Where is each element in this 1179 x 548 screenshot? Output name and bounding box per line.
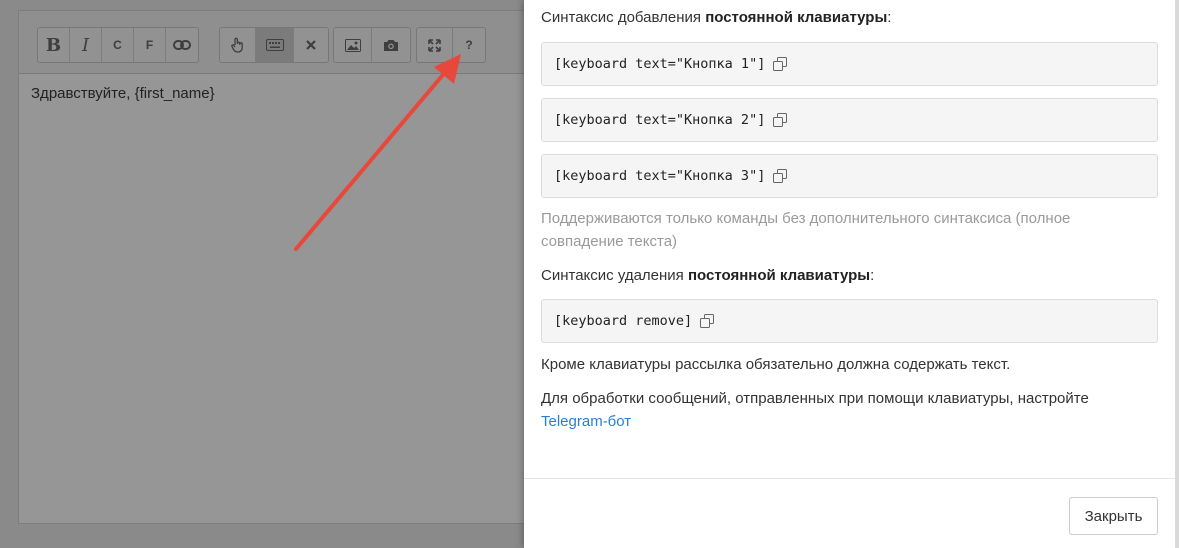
copy-icon[interactable] [773,57,788,71]
close-icon [306,40,316,50]
message-editor: B I C F ? Здравствуйте, {first_name} [18,10,538,524]
expand-icon [428,38,441,52]
code-text: [keyboard text="Кнопка 1"] [554,56,766,72]
view-button-group: ? [416,27,486,63]
scrollbar[interactable] [1175,0,1179,548]
photo-button[interactable] [372,28,410,62]
help-button[interactable]: ? [453,28,485,62]
f-button[interactable]: F [134,28,166,62]
link-icon [173,40,191,50]
remove-keyboard-button[interactable] [294,28,328,62]
close-button[interactable]: Закрыть [1069,497,1158,535]
c-button[interactable]: C [102,28,134,62]
add-syntax-heading: Синтаксис добавления постоянной клавиату… [541,9,892,26]
code-text: [keyboard text="Кнопка 2"] [554,112,766,128]
copy-icon[interactable] [700,314,715,328]
copy-icon[interactable] [773,169,788,183]
bold-button[interactable]: B [38,28,70,62]
keyboard-help-modal: Синтаксис добавления постоянной клавиату… [524,0,1175,548]
modal-footer-divider [524,478,1175,479]
editor-content[interactable]: Здравствуйте, {first_name} [31,85,215,102]
keyboard-button-group [219,27,329,63]
fullscreen-button[interactable] [417,28,453,62]
camera-icon [384,39,398,51]
telegram-bot-link[interactable]: Telegram-бот [541,413,631,430]
code-snippet-remove[interactable]: [keyboard remove] [541,299,1158,343]
link-button[interactable] [166,28,198,62]
editor-toolbar: B I C F ? [19,11,537,74]
code-text: [keyboard text="Кнопка 3"] [554,168,766,184]
keyboard-icon [265,39,284,51]
keyboard-button[interactable] [256,28,294,62]
copy-icon[interactable] [773,113,788,127]
image-icon [344,38,361,52]
hand-pointer-icon [230,37,243,53]
code-snippet-2[interactable]: [keyboard text="Кнопка 2"] [541,98,1158,142]
text-required-note: Кроме клавиатуры рассылка обязательно до… [541,356,1011,373]
format-button-group: B I C F [37,27,199,63]
commands-note: Поддерживаются только команды без дополн… [541,210,1071,250]
image-button[interactable] [334,28,372,62]
code-snippet-1[interactable]: [keyboard text="Кнопка 1"] [541,42,1158,86]
remove-syntax-heading: Синтаксис удаления постоянной клавиатуры… [541,267,875,284]
bot-hint: Для обработки сообщений, отправленных пр… [541,390,1089,430]
media-button-group [333,27,411,63]
button-tool-button[interactable] [220,28,256,62]
code-text: [keyboard remove] [554,313,693,329]
italic-button[interactable]: I [70,28,102,62]
code-snippet-3[interactable]: [keyboard text="Кнопка 3"] [541,154,1158,198]
